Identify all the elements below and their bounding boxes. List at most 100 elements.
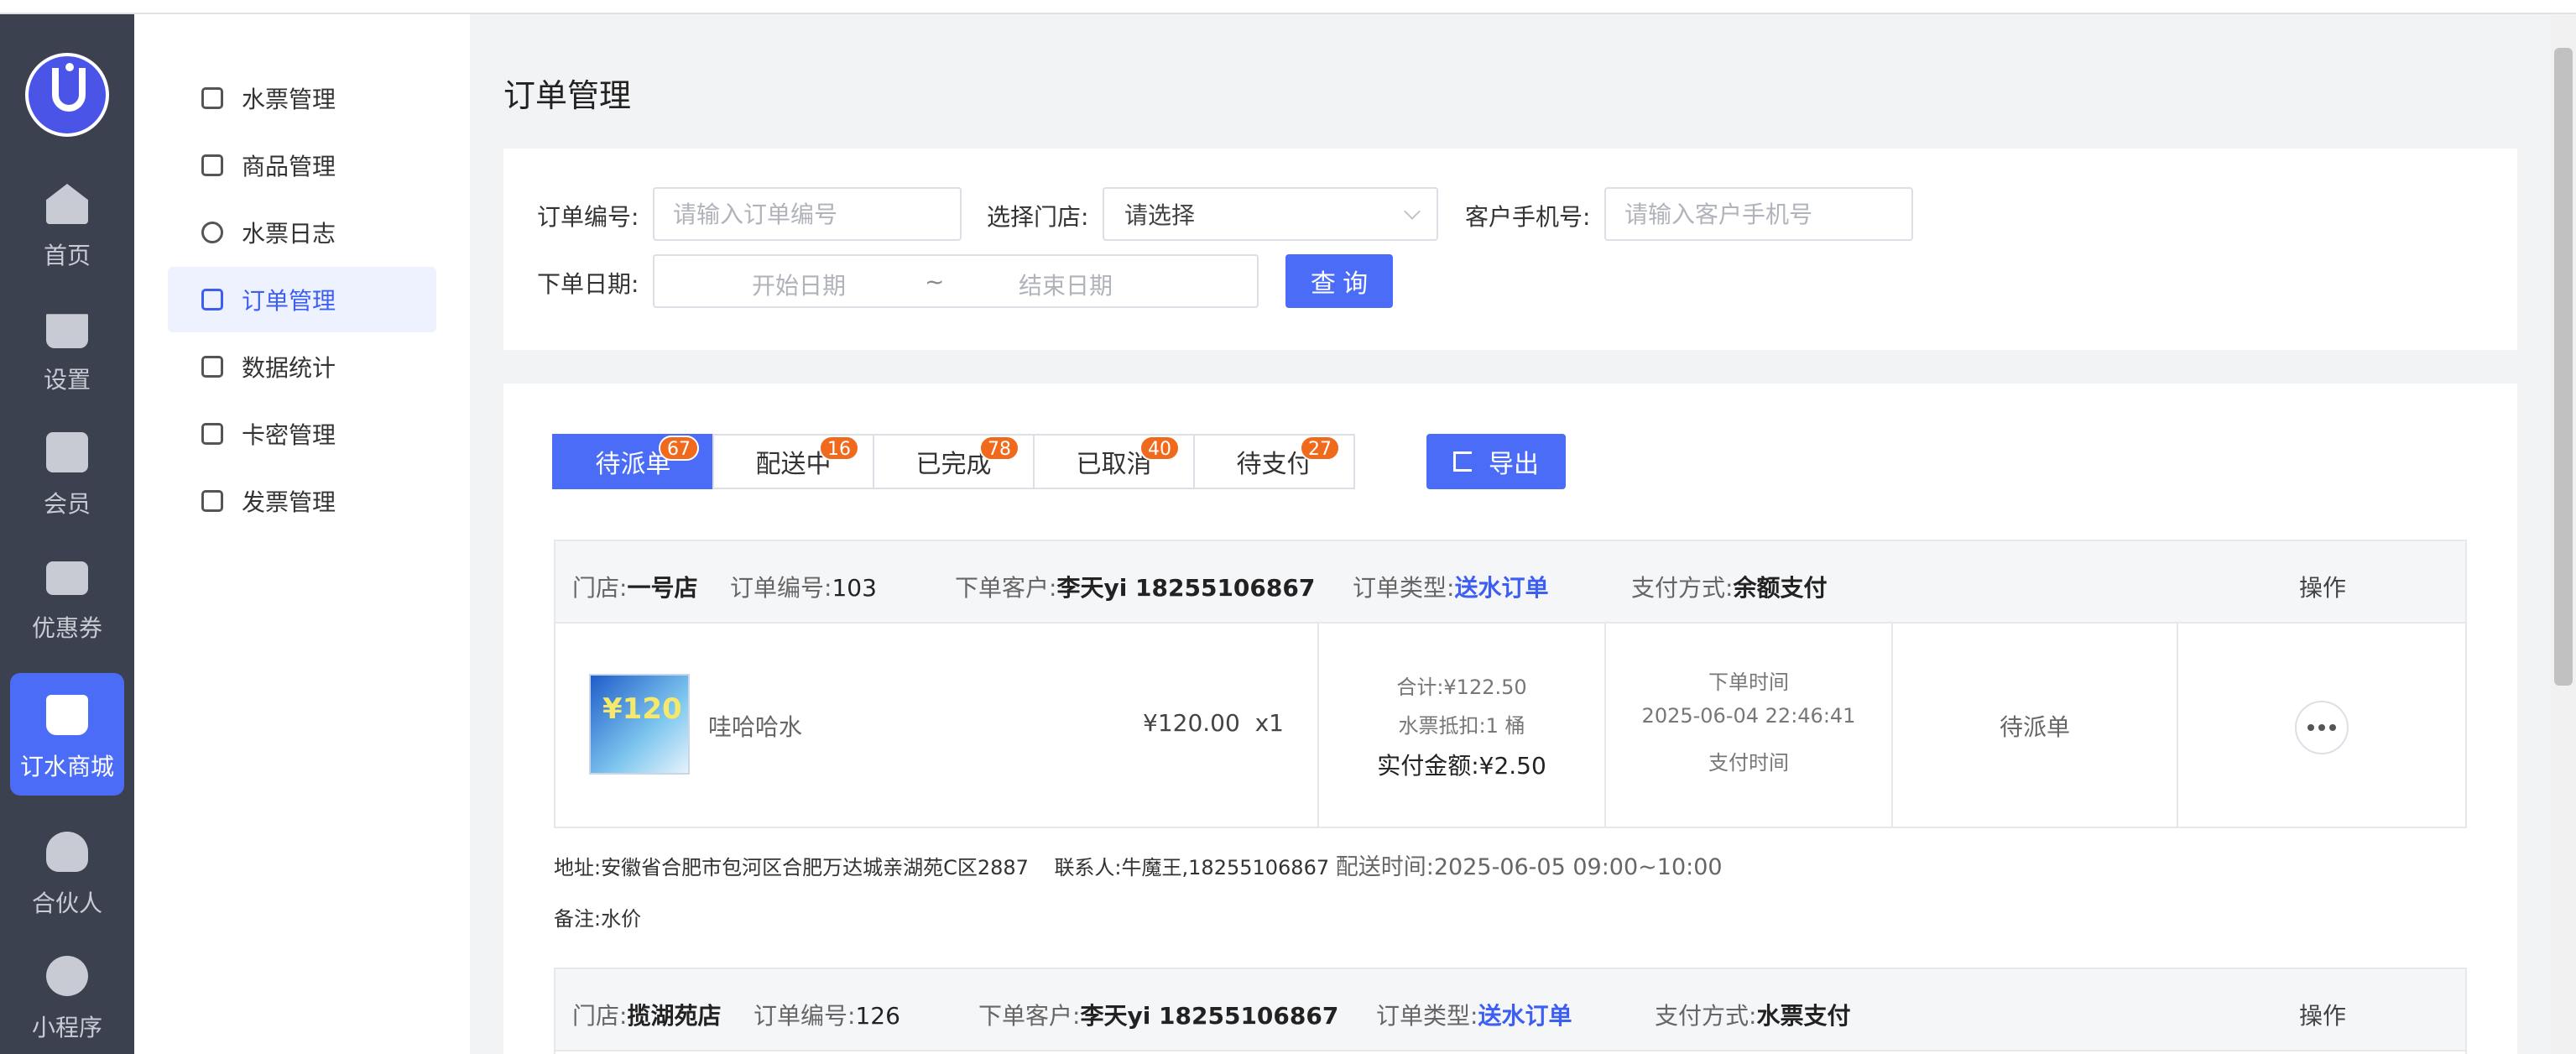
top-bar [0, 0, 2576, 14]
count-badge: 40 [1139, 436, 1180, 461]
filter-form: 订单编号: 选择门店: 请选择 客户手机号: 下单日期: 开始日期 ~ 结束日期… [503, 149, 2517, 350]
rail-item-label: 会员 [43, 490, 91, 518]
scrollbar-thumb[interactable] [2554, 48, 2573, 686]
amount-cell: 合计:¥122.50 水票抵扣:1 桶 实付金额:¥2.50 [1319, 624, 1606, 828]
rail-item-coupon[interactable]: 优惠券 [10, 535, 124, 657]
home-icon [46, 184, 88, 224]
submenu-item-label: 商品管理 [242, 153, 336, 180]
order-status: 待派单 [1999, 713, 2070, 741]
submenu-item-label: 订单管理 [242, 287, 336, 315]
submenu-item-invoices[interactable]: 发票管理 [168, 468, 436, 534]
product-name: 哇哈哈水 [708, 713, 803, 741]
status-cell: 待派单 [1893, 624, 2178, 828]
tab-completed[interactable]: 已完成 78 [873, 434, 1035, 489]
submenu-item-statistics[interactable]: 数据统计 [168, 334, 436, 399]
submenu-item-label: 卡密管理 [242, 421, 336, 449]
submenu-item-orders[interactable]: 订单管理 [168, 267, 436, 332]
order-type-field: 订单类型:送水订单 [1353, 574, 1549, 602]
pay-time-label: 支付时间 [1708, 751, 1789, 775]
order-remark: 备注:水价 [554, 907, 642, 931]
rail-item-label: 优惠券 [31, 614, 102, 642]
export-button[interactable]: 导出 [1426, 434, 1566, 489]
pay-method-field: 支付方式:余额支付 [1631, 574, 1828, 602]
rail-item-label: 订水商城 [19, 753, 114, 780]
date-label: 下单日期: [537, 270, 639, 298]
query-button[interactable]: 查 询 [1285, 254, 1393, 308]
submenu-item-ticket-log[interactable]: 水票日志 [168, 200, 436, 265]
wallet-icon [46, 561, 88, 595]
submenu-item-card-keys[interactable]: 卡密管理 [168, 401, 436, 467]
order-no-field: 订单编号:126 [754, 1002, 900, 1030]
page-title: 订单管理 [503, 77, 632, 114]
order-no-field: 订单编号:103 [730, 574, 877, 602]
logo-u-mark [52, 68, 86, 112]
thumbnail-price-text: ¥120 [602, 692, 682, 726]
more-dot-icon [2307, 724, 2314, 731]
more-actions-button[interactable] [2295, 701, 2349, 754]
order-contact: 联系人:牛魔王,18255106867 [1054, 856, 1330, 879]
rail-item-label: 小程序 [31, 1014, 102, 1041]
count-badge: 67 [659, 436, 699, 461]
status-tabs: 待派单 67 配送中 16 已完成 78 已取消 40 待支付 27 [552, 434, 1355, 489]
more-dot-icon [2318, 724, 2325, 731]
order-body: ¥120 哇哈哈水 ¥120.00 x1 合计:¥122.50 水票抵扣:1 桶… [555, 624, 2465, 828]
product-thumbnail[interactable]: ¥120 [589, 674, 690, 775]
date-range-separator: ~ [925, 268, 945, 295]
date-range-picker[interactable]: 开始日期 ~ 结束日期 [653, 254, 1259, 308]
paid-amount: 实付金额:¥2.50 [1377, 752, 1546, 780]
more-dot-icon [2329, 724, 2336, 731]
order-address-line: 地址:安徽省合肥市包河区合肥万达城亲湖苑C区2887 联系人:牛魔王,18255… [554, 848, 1723, 881]
operation-header: 操作 [2299, 1002, 2347, 1030]
count-badge: 16 [819, 436, 859, 461]
end-date-placeholder[interactable]: 结束日期 [1019, 268, 1113, 301]
product-price-qty: ¥120.00 x1 [1143, 709, 1284, 737]
export-icon [1453, 451, 1472, 472]
order-card: 门店:一号店 订单编号:103 下单客户:李天yi 18255106867 订单… [554, 540, 2467, 828]
main-nav-rail: 首页 设置 会员 优惠券 订水商城 合伙人 小程序 [0, 14, 134, 1054]
tab-cancelled[interactable]: 已取消 40 [1033, 434, 1195, 489]
order-card: 门店:揽湖苑店 订单编号:126 下单客户:李天yi 18255106867 订… [554, 968, 2467, 1054]
order-time: 2025-06-04 22:46:41 [1641, 704, 1856, 728]
rail-item-partner[interactable]: 合伙人 [10, 810, 124, 932]
rail-item-label: 合伙人 [31, 890, 102, 917]
rail-item-settings[interactable]: 设置 [10, 286, 124, 409]
order-time-label: 下单时间 [1708, 670, 1789, 694]
rail-item-home[interactable]: 首页 [10, 162, 124, 284]
store-settings-icon [46, 314, 88, 348]
rail-item-member[interactable]: 会员 [10, 410, 124, 533]
rail-item-label: 设置 [43, 366, 91, 394]
store-select[interactable]: 请选择 [1103, 187, 1438, 241]
tab-delivering[interactable]: 配送中 16 [712, 434, 874, 489]
ticket-deduction: 水票抵扣:1 桶 [1398, 714, 1525, 738]
submenu-item-label: 水票日志 [242, 220, 336, 248]
orders-panel: 待派单 67 配送中 16 已完成 78 已取消 40 待支付 27 导出 门店… [503, 384, 2517, 1054]
tab-pending-payment[interactable]: 待支付 27 [1193, 434, 1355, 489]
operation-header: 操作 [2299, 574, 2347, 602]
rail-item-water-mall[interactable]: 订水商城 [10, 673, 124, 796]
document-icon [201, 289, 223, 310]
order-no-input[interactable] [653, 187, 962, 241]
time-cell: 下单时间 2025-06-04 22:46:41 支付时间 [1606, 624, 1893, 828]
shopping-bag-icon [46, 695, 88, 735]
app-logo[interactable] [25, 53, 109, 137]
tab-pending-dispatch[interactable]: 待派单 67 [552, 434, 714, 489]
count-badge: 78 [979, 436, 1019, 461]
delivery-time: 配送时间:2025-06-05 09:00~10:00 [1335, 854, 1723, 880]
submenu-item-products[interactable]: 商品管理 [168, 133, 436, 198]
rail-item-mini-program[interactable]: 小程序 [10, 934, 124, 1054]
store-select-value: 请选择 [1124, 201, 1196, 229]
order-address: 地址:安徽省合肥市包河区合肥万达城亲湖苑C区2887 [554, 856, 1029, 879]
customer-field: 下单客户:李天yi 18255106867 [955, 574, 1316, 602]
start-date-placeholder[interactable]: 开始日期 [752, 268, 846, 301]
phone-input[interactable] [1604, 187, 1913, 241]
customer-field: 下单客户:李天yi 18255106867 [978, 1002, 1339, 1030]
store-field: 门店:揽湖苑店 [572, 1002, 722, 1030]
clock-icon [201, 222, 223, 243]
store-field: 门店:一号店 [572, 574, 698, 602]
total-amount: 合计:¥122.50 [1396, 676, 1527, 699]
submenu-item-water-ticket[interactable]: 水票管理 [168, 65, 436, 131]
invoice-icon [201, 490, 223, 512]
page-scrollbar[interactable] [2551, 14, 2576, 1054]
submenu-item-label: 数据统计 [242, 354, 336, 382]
submenu-item-label: 发票管理 [242, 488, 336, 516]
